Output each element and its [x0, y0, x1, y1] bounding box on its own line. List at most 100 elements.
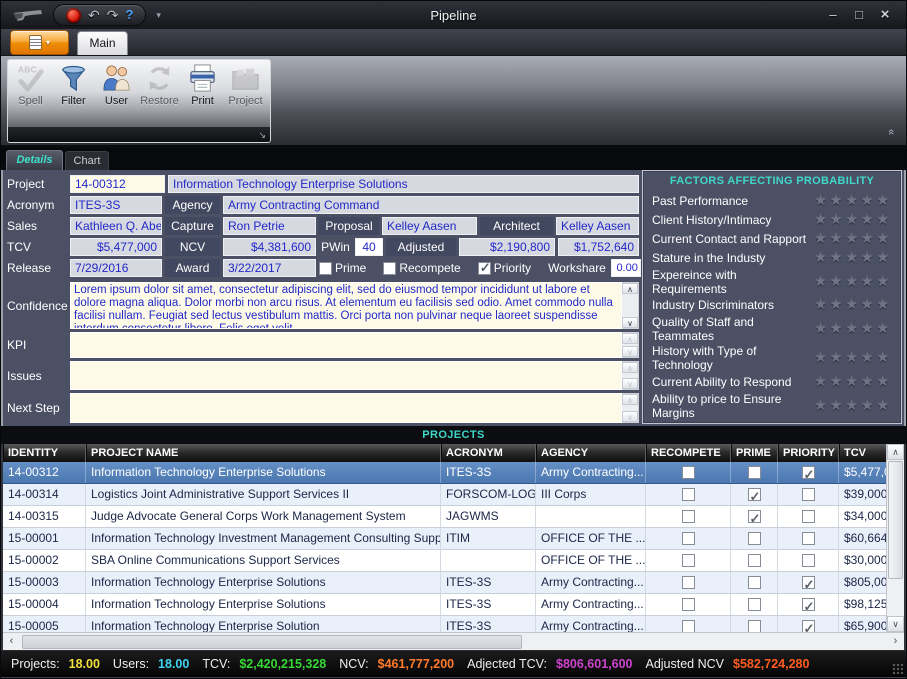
column-header-agency[interactable]: AGENCY — [536, 444, 646, 462]
next-step-textarea[interactable] — [70, 393, 622, 423]
redo-icon[interactable]: ↷ — [107, 8, 119, 22]
acronym-field[interactable]: ITES-3S — [70, 196, 162, 214]
undo-icon[interactable]: ↶ — [88, 8, 100, 22]
star-icon[interactable]: ★ — [861, 211, 877, 227]
star-icon[interactable]: ★ — [845, 249, 861, 265]
scroll-up-icon[interactable]: ∧ — [622, 283, 638, 294]
priority-checkbox[interactable] — [802, 532, 815, 545]
star-icon[interactable]: ★ — [876, 296, 892, 312]
star-icon[interactable]: ★ — [845, 192, 861, 208]
table-row[interactable]: 15-00005Information Technology Enterpris… — [3, 616, 886, 632]
architect-field[interactable]: Kelley Aasen — [556, 217, 639, 235]
project-name-field[interactable]: Information Technology Enterprise Soluti… — [168, 175, 639, 193]
column-header-project-name[interactable]: PROJECT NAME — [86, 444, 441, 462]
star-icon[interactable]: ★ — [845, 320, 861, 336]
confidence-textarea[interactable]: Lorem ipsum dolor sit amet, consectetur … — [70, 282, 622, 329]
agency-field[interactable]: Army Contracting Command — [223, 196, 639, 214]
star-icon[interactable]: ★ — [814, 211, 830, 227]
star-icon[interactable]: ★ — [814, 192, 830, 208]
vertical-scrollbar[interactable]: ∧ ∨ — [886, 444, 904, 632]
prime-checkbox[interactable] — [748, 466, 761, 479]
star-icon[interactable]: ★ — [861, 373, 877, 389]
capture-field[interactable]: Ron Petrie — [223, 217, 316, 235]
recompete-checkbox[interactable] — [682, 576, 695, 589]
star-icon[interactable]: ★ — [876, 273, 892, 289]
table-row[interactable]: 14-00312Information Technology Enterpris… — [3, 462, 886, 484]
recompete-checkbox[interactable] — [682, 510, 695, 523]
star-icon[interactable]: ★ — [814, 349, 830, 365]
recompete-checkbox[interactable] — [682, 620, 695, 632]
star-icon[interactable]: ★ — [861, 296, 877, 312]
table-row[interactable]: 15-00004Information Technology Enterpris… — [3, 594, 886, 616]
star-icon[interactable]: ★ — [845, 373, 861, 389]
confidence-scrollbar[interactable]: ∧ ∨ — [622, 282, 639, 329]
star-icon[interactable]: ★ — [845, 273, 861, 289]
star-icon[interactable]: ★ — [861, 249, 877, 265]
star-icon[interactable]: ★ — [876, 397, 892, 413]
star-icon[interactable]: ★ — [861, 192, 877, 208]
star-icon[interactable]: ★ — [861, 320, 877, 336]
tcv-field[interactable]: $5,477,000 — [70, 238, 162, 256]
workshare-field[interactable]: 0.00 — [611, 259, 641, 277]
priority-checkbox[interactable] — [802, 576, 815, 589]
scroll-down-icon[interactable]: ∨ — [887, 616, 904, 632]
star-icon[interactable]: ★ — [845, 230, 861, 246]
scroll-down-icon[interactable]: ∨ — [622, 317, 638, 328]
prime-checkbox[interactable] — [319, 262, 332, 275]
column-header-tcv[interactable]: TCV — [839, 444, 886, 462]
prime-checkbox[interactable] — [748, 598, 761, 611]
priority-checkbox[interactable] — [802, 598, 815, 611]
scroll-right-icon[interactable]: › — [887, 634, 904, 650]
maximize-button[interactable]: □ — [848, 5, 870, 25]
priority-checkbox[interactable] — [802, 620, 815, 632]
star-icon[interactable]: ★ — [845, 397, 861, 413]
prime-checkbox[interactable] — [748, 532, 761, 545]
star-icon[interactable]: ★ — [830, 296, 846, 312]
project-id-field[interactable]: 14-00312 — [70, 175, 165, 193]
tab-chart[interactable]: Chart — [65, 151, 109, 170]
star-icon[interactable]: ★ — [830, 397, 846, 413]
recompete-checkbox[interactable] — [682, 466, 695, 479]
user-button[interactable]: User — [95, 63, 138, 107]
star-icon[interactable]: ★ — [814, 397, 830, 413]
star-icon[interactable]: ★ — [876, 373, 892, 389]
star-icon[interactable]: ★ — [876, 349, 892, 365]
recompete-checkbox[interactable] — [383, 262, 396, 275]
scroll-up-icon[interactable]: ∧ — [887, 444, 904, 460]
resize-grip-icon[interactable] — [892, 663, 903, 674]
star-icon[interactable]: ★ — [876, 230, 892, 246]
priority-checkbox[interactable] — [478, 262, 491, 275]
column-header-recompete[interactable]: RECOMPETE — [646, 444, 731, 462]
star-icon[interactable]: ★ — [876, 192, 892, 208]
star-icon[interactable]: ★ — [861, 230, 877, 246]
column-header-acronym[interactable]: ACRONYM — [441, 444, 536, 462]
recompete-checkbox[interactable] — [682, 554, 695, 567]
table-row[interactable]: 14-00314Logistics Joint Administrative S… — [3, 484, 886, 506]
pwin-field[interactable]: 40 — [355, 238, 383, 256]
proposal-field[interactable]: Kelley Aasen — [382, 217, 477, 235]
star-icon[interactable]: ★ — [814, 373, 830, 389]
priority-checkbox[interactable] — [802, 510, 815, 523]
star-icon[interactable]: ★ — [814, 249, 830, 265]
star-icon[interactable]: ★ — [830, 211, 846, 227]
table-row[interactable]: 15-00003Information Technology Enterpris… — [3, 572, 886, 594]
priority-checkbox[interactable] — [802, 554, 815, 567]
star-icon[interactable]: ★ — [861, 349, 877, 365]
tab-details[interactable]: Details — [6, 150, 63, 170]
prime-checkbox[interactable] — [748, 554, 761, 567]
prime-checkbox[interactable] — [748, 510, 761, 523]
award-field[interactable]: 3/22/2017 — [223, 259, 316, 277]
table-row[interactable]: 15-00001Information Technology Investmen… — [3, 528, 886, 550]
scroll-left-icon[interactable]: ‹ — [3, 634, 20, 650]
print-button[interactable]: Print — [181, 63, 224, 107]
star-icon[interactable]: ★ — [830, 192, 846, 208]
star-icon[interactable]: ★ — [845, 211, 861, 227]
star-icon[interactable]: ★ — [814, 320, 830, 336]
priority-checkbox[interactable] — [802, 488, 815, 501]
kpi-textarea[interactable] — [70, 332, 622, 358]
priority-checkbox[interactable] — [802, 466, 815, 479]
star-icon[interactable]: ★ — [876, 249, 892, 265]
prime-checkbox[interactable] — [748, 620, 761, 632]
close-button[interactable]: × — [874, 5, 896, 25]
prime-checkbox[interactable] — [748, 576, 761, 589]
